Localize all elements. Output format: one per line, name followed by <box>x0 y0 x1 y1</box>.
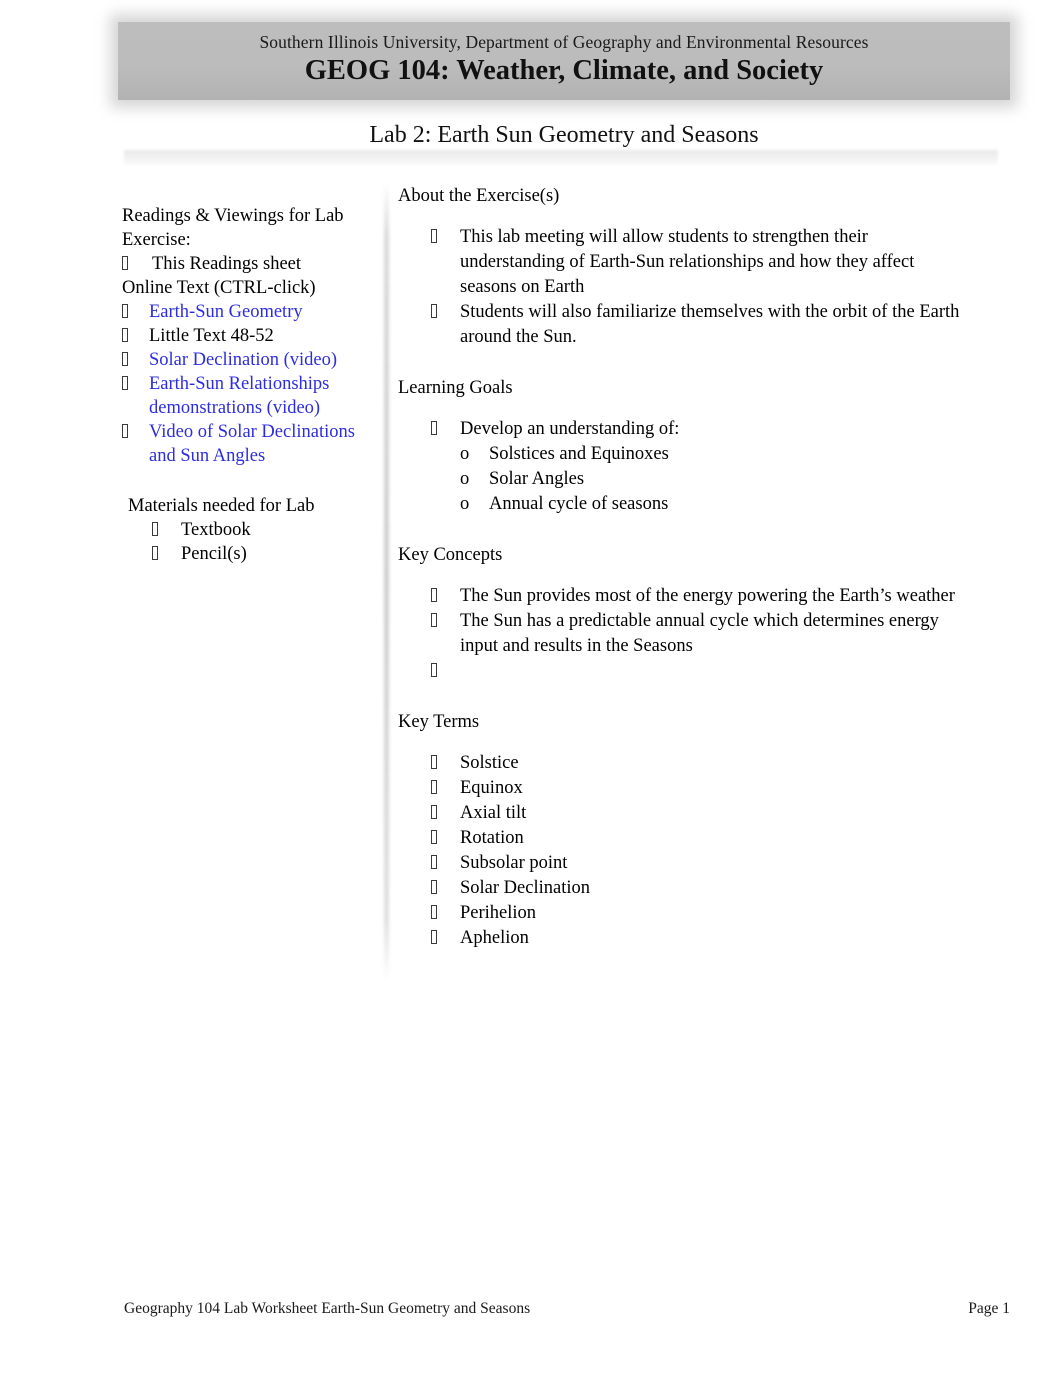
section-heading-learning-goals: Learning Goals <box>398 378 513 398</box>
material-label-textbook: Textbook <box>181 520 251 540</box>
reading-link-video-solar-declinations-sun-angles[interactable]: Video of Solar Declinations and Sun Angl… <box>149 420 374 468</box>
list-item-about-0: This lab meeting will allow students to … <box>398 225 968 300</box>
bullet-icon <box>152 518 181 542</box>
material-label-pencils: Pencil(s) <box>181 544 247 564</box>
bullet-icon <box>431 417 460 442</box>
learning-goal-sub-label: Solstices and Equinoxes <box>489 444 669 464</box>
bullet-icon <box>431 225 460 250</box>
list-item-material-0: Textbook <box>122 518 374 542</box>
readings-sidebar: Readings & Viewings for Lab Exercise: Th… <box>122 204 374 566</box>
bullet-icon <box>122 324 149 348</box>
bullet-icon <box>122 252 152 276</box>
bullet-icon <box>431 826 460 851</box>
readings-heading: Readings & Viewings for Lab Exercise: <box>122 206 349 250</box>
reading-link-earth-sun-geometry[interactable]: Earth-Sun Geometry <box>149 300 374 324</box>
list-item-key-term-6: Perihelion <box>398 901 968 926</box>
list-item-key-term-5: Solar Declination <box>398 876 968 901</box>
key-term-label: Solar Declination <box>460 878 590 898</box>
list-item-key-term-7: Aphelion <box>398 926 968 951</box>
list-item-reading-1: Little Text 48-52 <box>122 324 374 348</box>
bullet-icon <box>431 751 460 776</box>
bullet-icon <box>431 876 460 901</box>
list-item-key-term-1: Equinox <box>398 776 968 801</box>
list-item-this-readings-sheet: This Readings sheet <box>122 252 374 276</box>
key-terms-list: Solstice Equinox Axial tilt Rotation Sub… <box>398 751 968 951</box>
page-footer: Geography 104 Lab Worksheet Earth-Sun Ge… <box>124 1300 1010 1318</box>
footer-left-text: Geography 104 Lab Worksheet Earth-Sun Ge… <box>124 1300 531 1317</box>
list-item-key-term-2: Axial tilt <box>398 801 968 826</box>
list-item-learning-goal-sub-1: o Solar Angles <box>398 467 968 492</box>
key-term-label: Equinox <box>460 778 523 798</box>
list-item-reading-3[interactable]: Earth-Sun Relationships demonstrations (… <box>122 372 374 420</box>
list-item-material-1: Pencil(s) <box>122 542 374 566</box>
list-item-reading-0[interactable]: Earth-Sun Geometry <box>122 300 374 324</box>
bullet-icon <box>122 372 149 396</box>
bullet-icon <box>431 926 460 951</box>
list-item-key-concept-0: The Sun provides most of the energy powe… <box>398 584 968 609</box>
online-text-label: Online Text (CTRL-click) <box>122 278 316 298</box>
about-item-label: This lab meeting will allow students to … <box>460 227 915 297</box>
bullet-icon <box>152 542 181 566</box>
title-underline-bar <box>124 150 998 165</box>
department-line: Southern Illinois University, Department… <box>259 32 869 52</box>
section-heading-key-concepts: Key Concepts <box>398 545 503 565</box>
key-term-label: Axial tilt <box>460 803 527 823</box>
list-item-learning-goal-sub-0: o Solstices and Equinoxes <box>398 442 968 467</box>
sub-bullet-icon: o <box>460 469 470 489</box>
key-concept-label: The Sun provides most of the energy powe… <box>460 586 955 606</box>
key-term-label: Perihelion <box>460 903 537 923</box>
reading-label-little-text: Little Text 48-52 <box>149 326 274 346</box>
key-concept-label: The Sun has a predictable annual cycle w… <box>460 611 939 656</box>
bullet-icon <box>122 300 149 324</box>
bullet-icon <box>431 584 460 609</box>
list-item-key-concept-2-empty <box>398 659 968 684</box>
list-item-key-term-3: Rotation <box>398 826 968 851</box>
reading-link-earth-sun-relationships-demos[interactable]: Earth-Sun Relationships demonstrations (… <box>149 372 374 420</box>
list-item-learning-goal-lead: Develop an understanding of: <box>398 417 968 442</box>
key-term-label: Solstice <box>460 753 519 773</box>
header-banner: Southern Illinois University, Department… <box>110 14 1018 108</box>
list-item-learning-goal-sub-2: o Annual cycle of seasons <box>398 492 968 517</box>
page-title: Lab 2: Earth Sun Geometry and Seasons <box>369 122 759 148</box>
list-item-key-concept-1: The Sun has a predictable annual cycle w… <box>398 609 968 659</box>
list-item-label: This Readings sheet <box>152 254 302 274</box>
sub-bullet-icon: o <box>460 444 470 464</box>
section-heading-about-the-exercises: About the Exercise(s) <box>398 186 560 206</box>
bullet-icon <box>431 851 460 876</box>
key-term-label: Aphelion <box>460 928 529 948</box>
key-term-label: Rotation <box>460 828 524 848</box>
document-page: Southern Illinois University, Department… <box>0 0 1062 1377</box>
bullet-icon <box>122 420 149 444</box>
materials-heading: Materials needed for Lab <box>128 496 315 516</box>
bullet-icon <box>431 776 460 801</box>
footer-page-number: Page 1 <box>968 1300 1010 1317</box>
bullet-icon <box>431 801 460 826</box>
list-item-about-1: Students will also familiarize themselve… <box>398 300 968 350</box>
bullet-icon <box>431 300 460 325</box>
section-heading-key-terms: Key Terms <box>398 712 480 732</box>
key-term-label: Subsolar point <box>460 853 568 873</box>
banner-background: Southern Illinois University, Department… <box>118 22 1010 100</box>
learning-goal-sub-label: Solar Angles <box>489 469 585 489</box>
bullet-icon <box>431 901 460 926</box>
bullet-icon <box>431 659 460 684</box>
learning-goal-lead-label: Develop an understanding of: <box>460 419 680 439</box>
list-item-reading-4[interactable]: Video of Solar Declinations and Sun Angl… <box>122 420 374 468</box>
about-item-label: Students will also familiarize themselve… <box>460 302 960 347</box>
course-title: GEOG 104: Weather, Climate, and Society <box>304 55 824 86</box>
list-item-key-term-4: Subsolar point <box>398 851 968 876</box>
sub-bullet-icon: o <box>460 494 470 514</box>
list-item-reading-2[interactable]: Solar Declination (video) <box>122 348 374 372</box>
bullet-icon <box>431 609 460 634</box>
main-content: About the Exercise(s) This lab meeting w… <box>398 184 968 951</box>
column-divider <box>384 182 389 982</box>
bullet-icon <box>122 348 149 372</box>
learning-goal-sub-label: Annual cycle of seasons <box>489 494 669 514</box>
list-item-key-term-0: Solstice <box>398 751 968 776</box>
reading-link-solar-declination-video[interactable]: Solar Declination (video) <box>149 348 374 372</box>
